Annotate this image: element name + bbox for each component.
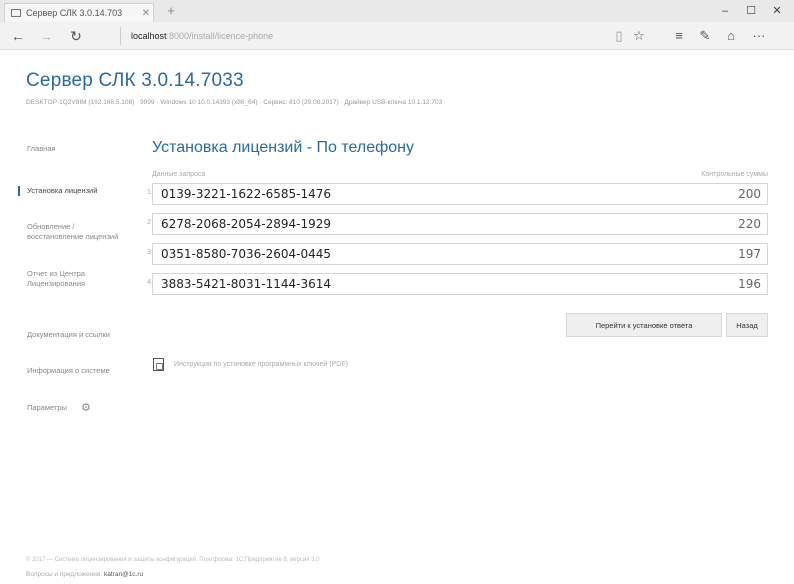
request-row: 3 0351-8580-7036-2604-0445 197 bbox=[147, 243, 768, 265]
address-bar[interactable]: localhost :8000/install/licence-phone bbox=[120, 27, 600, 45]
browser-titlebar: Сервер СЛК 3.0.14.703 ✕ + – ☐ ✕ bbox=[0, 0, 794, 22]
server-info: DESKTOP-1Q2V8IM (192.168.5.108) · 9999 ·… bbox=[26, 99, 443, 106]
browser-navbar: ← → ↻ localhost :8000/install/licence-ph… bbox=[0, 22, 794, 50]
footer-copyright: © 2017 — Система лицензирования и защиты… bbox=[26, 557, 320, 563]
app-title: Сервер СЛК 3.0.14.7033 bbox=[26, 70, 244, 91]
footer-contact: Вопросы и предложения: katran@1c.ru bbox=[26, 571, 143, 578]
more-icon[interactable]: ··· bbox=[748, 26, 770, 46]
reading-view-icon[interactable]: ▯ bbox=[608, 26, 630, 46]
close-tab-icon[interactable]: ✕ bbox=[139, 8, 153, 19]
row-number: 2 bbox=[147, 219, 151, 226]
pdf-link-text: Инструкция по установке программных ключ… bbox=[174, 361, 348, 368]
sidebar-item-install-licenses[interactable]: Установка лицензий bbox=[18, 186, 128, 196]
page-icon bbox=[11, 9, 21, 17]
gear-icon: ⚙ bbox=[80, 402, 91, 415]
close-window-button[interactable]: ✕ bbox=[764, 2, 790, 20]
footer-contact-label: Вопросы и предложения: bbox=[26, 571, 103, 578]
pdf-file-icon bbox=[153, 358, 164, 371]
minimize-button[interactable]: – bbox=[712, 2, 738, 20]
address-host: localhost bbox=[131, 31, 167, 41]
back-button[interactable]: ← bbox=[8, 26, 28, 46]
row-number: 3 bbox=[147, 249, 151, 256]
request-code: 3883-5421-8031-1144-3614 bbox=[161, 277, 332, 291]
refresh-button[interactable]: ↻ bbox=[66, 26, 86, 46]
go-to-install-response-button[interactable]: Перейти к установке ответа bbox=[566, 313, 722, 337]
back-button-page[interactable]: Назад bbox=[726, 313, 768, 337]
favorite-star-icon[interactable]: ☆ bbox=[628, 26, 650, 46]
checksum: 220 bbox=[738, 217, 761, 231]
new-tab-button[interactable]: + bbox=[160, 3, 182, 20]
row-number: 4 bbox=[147, 279, 151, 286]
request-code: 0139-3221-1622-6585-1476 bbox=[161, 187, 332, 201]
address-path: :8000/install/licence-phone bbox=[166, 31, 274, 41]
sidebar-item-license-report[interactable]: Отчет из Центра Лицензирования bbox=[18, 269, 128, 289]
column-header-request: Данные запроса bbox=[152, 171, 206, 178]
browser-tab[interactable]: Сервер СЛК 3.0.14.703 ✕ bbox=[4, 3, 154, 22]
checksum: 197 bbox=[738, 247, 761, 261]
checksum: 196 bbox=[738, 277, 761, 291]
footer-email-link[interactable]: katran@1c.ru bbox=[104, 571, 143, 578]
sidebar-item-settings[interactable]: Параметры ⚙ bbox=[18, 402, 128, 415]
forward-button[interactable]: → bbox=[36, 26, 56, 46]
request-row: 2 6278-2068-2054-2894-1929 220 bbox=[147, 213, 768, 235]
share-icon[interactable]: ⌂ bbox=[720, 26, 742, 46]
tab-title: Сервер СЛК 3.0.14.703 bbox=[26, 8, 123, 18]
column-header-checksums: Контрольные суммы bbox=[701, 171, 768, 178]
row-number: 1 bbox=[147, 189, 151, 196]
page-title: Установка лицензий - По телефону bbox=[152, 139, 414, 156]
hub-icon[interactable]: ≡ bbox=[668, 26, 690, 46]
pdf-instruction-link[interactable]: Инструкция по установке программных ключ… bbox=[153, 358, 348, 371]
sidebar-item-update-licenses[interactable]: Обновление / восстановление лицензий bbox=[18, 222, 128, 242]
sidebar-item-system-info[interactable]: Информация о системе bbox=[18, 366, 128, 376]
sidebar-item-home[interactable]: Главная bbox=[18, 144, 128, 154]
request-code: 6278-2068-2054-2894-1929 bbox=[161, 217, 332, 231]
sidebar-item-documentation[interactable]: Документация и ссылки bbox=[18, 330, 128, 340]
request-row: 1 0139-3221-1622-6585-1476 200 bbox=[147, 183, 768, 205]
maximize-button[interactable]: ☐ bbox=[738, 2, 764, 20]
request-row: 4 3883-5421-8031-1144-3614 196 bbox=[147, 273, 768, 295]
web-note-icon[interactable]: ✎ bbox=[694, 26, 716, 46]
sidebar-item-settings-label: Параметры bbox=[27, 403, 67, 412]
request-code: 0351-8580-7036-2604-0445 bbox=[161, 247, 332, 261]
checksum: 200 bbox=[738, 187, 761, 201]
